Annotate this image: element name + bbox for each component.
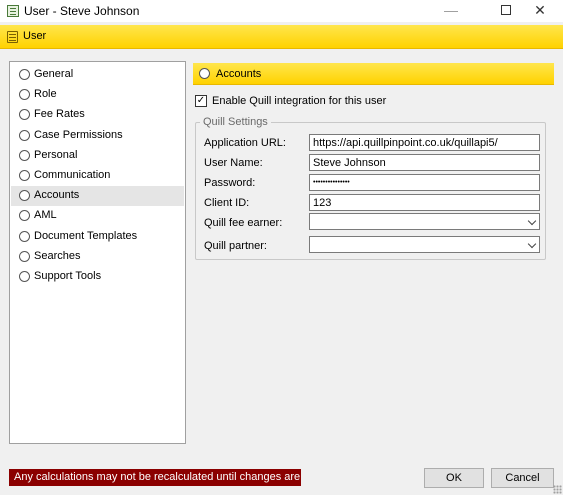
header-band: User bbox=[0, 25, 563, 49]
nav-item-searches[interactable]: Searches bbox=[11, 247, 184, 267]
nav-item-label: Role bbox=[34, 88, 57, 101]
nav-item-label: Accounts bbox=[34, 189, 80, 202]
radio-icon bbox=[19, 129, 30, 141]
radio-icon bbox=[19, 149, 30, 161]
ok-button[interactable]: OK bbox=[424, 468, 484, 488]
user-name-field[interactable]: Steve Johnson bbox=[309, 154, 540, 171]
quill-settings-legend: Quill Settings bbox=[200, 116, 271, 128]
enable-quill-label: Enable Quill integration for this user bbox=[212, 95, 387, 107]
nav-panel: General Role Fee Rates Case Permissions Pers… bbox=[9, 61, 186, 444]
status-message: Any calculations may not be recalculated… bbox=[9, 469, 301, 486]
nav-item-label: AML bbox=[34, 209, 57, 222]
close-button[interactable]: ✕ bbox=[517, 0, 563, 22]
radio-icon bbox=[19, 190, 30, 202]
password-field[interactable]: ••••••••••••••• bbox=[309, 174, 540, 191]
application-url-label: Application URL: bbox=[204, 137, 286, 149]
minimize-button[interactable]: — bbox=[428, 0, 474, 22]
nav-item-case-permissions[interactable]: Case Permissions bbox=[11, 126, 184, 146]
nav-item-role[interactable]: Role bbox=[11, 85, 184, 105]
radio-icon bbox=[19, 210, 30, 222]
client-id-label: Client ID: bbox=[204, 197, 250, 209]
maximize-icon bbox=[501, 5, 511, 15]
partner-label: Quill partner: bbox=[204, 240, 267, 252]
nav-item-label: Case Permissions bbox=[34, 128, 123, 141]
nav-item-personal[interactable]: Personal bbox=[11, 146, 184, 166]
nav-item-label: Communication bbox=[34, 169, 111, 181]
nav-item-aml[interactable]: AML bbox=[11, 206, 184, 226]
radio-icon bbox=[19, 109, 30, 121]
nav-item-support-tools[interactable]: Support Tools bbox=[11, 267, 184, 287]
chevron-down-icon bbox=[527, 216, 537, 226]
user-name-label: User Name: bbox=[204, 157, 263, 169]
user-record-icon bbox=[7, 31, 18, 43]
fee-earner-select[interactable] bbox=[309, 213, 540, 230]
nav-item-fee-rates[interactable]: Fee Rates bbox=[11, 105, 184, 125]
partner-select[interactable] bbox=[309, 236, 540, 253]
radio-icon bbox=[19, 271, 30, 282]
password-label: Password: bbox=[204, 177, 256, 189]
nav-item-label: Searches bbox=[34, 249, 81, 262]
nav-item-label: Fee Rates bbox=[34, 108, 85, 121]
header-label: User bbox=[23, 30, 47, 42]
resize-grip[interactable] bbox=[553, 485, 562, 494]
title-bar: User - Steve Johnson — ✕ bbox=[0, 0, 563, 22]
nav-item-accounts[interactable]: Accounts bbox=[11, 186, 184, 207]
window-title: User - Steve Johnson bbox=[24, 4, 140, 18]
nav-item-label: Document Templates bbox=[34, 229, 138, 242]
fee-earner-label: Quill fee earner: bbox=[204, 217, 283, 229]
radio-icon bbox=[19, 89, 30, 101]
nav-item-label: General bbox=[34, 68, 74, 80]
section-header: Accounts bbox=[193, 63, 554, 85]
section-title: Accounts bbox=[216, 68, 262, 80]
radio-icon bbox=[19, 230, 30, 242]
nav-item-general[interactable]: General bbox=[11, 65, 184, 85]
nav-item-label: Personal bbox=[34, 148, 78, 161]
app-icon bbox=[7, 5, 19, 17]
client-id-field[interactable]: 123 bbox=[309, 194, 540, 211]
radio-icon bbox=[19, 250, 30, 262]
cancel-button[interactable]: Cancel bbox=[491, 468, 554, 488]
application-url-field[interactable]: https://api.quillpinpoint.co.uk/quillapi… bbox=[309, 134, 540, 151]
enable-quill-checkbox[interactable]: ✓ bbox=[195, 95, 207, 107]
section-radio-icon bbox=[199, 68, 210, 79]
nav-item-label: Support Tools bbox=[34, 270, 102, 282]
chevron-down-icon bbox=[527, 239, 537, 249]
nav-item-document-templates[interactable]: Document Templates bbox=[11, 227, 184, 247]
radio-icon bbox=[19, 170, 30, 181]
nav-item-communication[interactable]: Communication bbox=[11, 166, 184, 186]
radio-icon bbox=[19, 69, 30, 80]
